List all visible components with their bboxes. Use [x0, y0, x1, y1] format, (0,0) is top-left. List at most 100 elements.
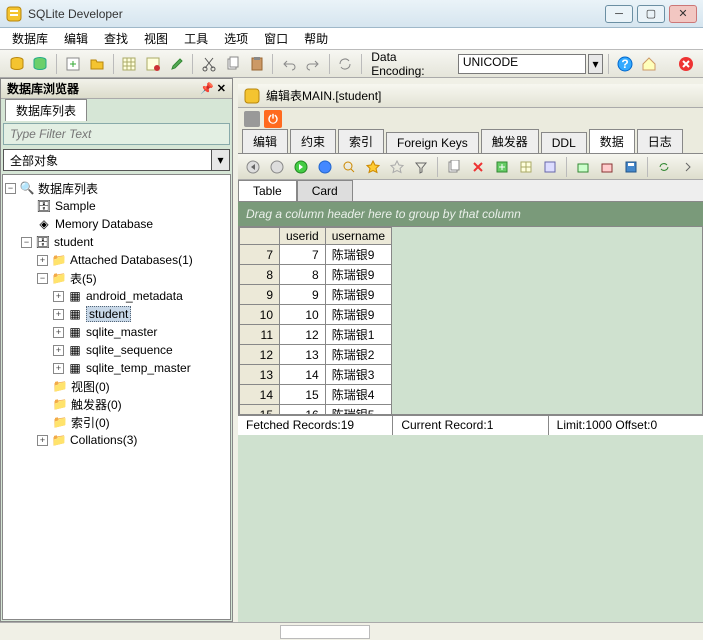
tree-toggle[interactable]: + — [37, 255, 48, 266]
filter-input[interactable] — [3, 123, 230, 145]
tb-cut-icon[interactable] — [198, 53, 220, 75]
delete-icon[interactable] — [467, 156, 489, 178]
add-icon[interactable] — [491, 156, 513, 178]
tree-sample[interactable]: Sample — [55, 199, 96, 213]
tb-db2-icon[interactable] — [30, 53, 52, 75]
grid-icon[interactable] — [515, 156, 537, 178]
row-num[interactable]: 12 — [240, 345, 280, 365]
tb-redo-icon[interactable] — [302, 53, 324, 75]
tree-student-db[interactable]: student — [54, 235, 93, 249]
menu-window[interactable]: 窗口 — [258, 28, 294, 49]
nav-last-icon[interactable] — [314, 156, 336, 178]
tb-home-icon[interactable] — [638, 53, 660, 75]
tree-triggers[interactable]: 触发器(0) — [71, 396, 122, 413]
export-icon[interactable] — [572, 156, 594, 178]
cell-username[interactable]: 陈瑞银2 — [325, 345, 391, 365]
tb-table2-icon[interactable] — [142, 53, 164, 75]
cell-username[interactable]: 陈瑞银9 — [325, 285, 391, 305]
table-row[interactable]: 88陈瑞银9 — [240, 265, 392, 285]
cell-username[interactable]: 陈瑞银9 — [325, 305, 391, 325]
row-num[interactable]: 11 — [240, 325, 280, 345]
tree-views[interactable]: 视图(0) — [71, 378, 110, 395]
pin-icon[interactable]: 📌 ✕ — [200, 82, 226, 95]
cell-userid[interactable]: 13 — [280, 345, 326, 365]
tree-toggle[interactable]: + — [53, 345, 64, 356]
row-num[interactable]: 13 — [240, 365, 280, 385]
cell-username[interactable]: 陈瑞银1 — [325, 325, 391, 345]
tab-data[interactable]: 数据 — [589, 129, 635, 153]
table-row[interactable]: 1314陈瑞银3 — [240, 365, 392, 385]
tree-toggle[interactable]: − — [21, 237, 32, 248]
tb-undo-icon[interactable] — [278, 53, 300, 75]
table-row[interactable]: 1010陈瑞银9 — [240, 305, 392, 325]
table-row[interactable]: 77陈瑞银9 — [240, 245, 392, 265]
nav-prev-icon[interactable] — [266, 156, 288, 178]
table-row[interactable]: 99陈瑞银9 — [240, 285, 392, 305]
tree-attached[interactable]: Attached Databases(1) — [70, 253, 193, 267]
row-num[interactable]: 9 — [240, 285, 280, 305]
power-icon[interactable]: ⏻ — [264, 110, 282, 128]
tb-pencil-icon[interactable] — [166, 53, 188, 75]
tree-t-seq[interactable]: sqlite_sequence — [86, 343, 173, 357]
tb-paste-icon[interactable] — [246, 53, 268, 75]
view-tab-card[interactable]: Card — [297, 180, 353, 201]
table-row[interactable]: 1415陈瑞银4 — [240, 385, 392, 405]
tree-toggle[interactable]: + — [53, 291, 64, 302]
tree-toggle[interactable]: − — [37, 273, 48, 284]
maximize-button[interactable]: ▢ — [637, 5, 665, 23]
tree-toggle[interactable]: + — [37, 435, 48, 446]
star-outline-icon[interactable] — [386, 156, 408, 178]
cell-username[interactable]: 陈瑞银9 — [325, 265, 391, 285]
star-icon[interactable] — [362, 156, 384, 178]
tab-fk[interactable]: Foreign Keys — [386, 132, 479, 153]
refresh2-icon[interactable] — [653, 156, 675, 178]
row-num[interactable]: 7 — [240, 245, 280, 265]
tree-memdb[interactable]: Memory Database — [55, 217, 153, 231]
tree-toggle[interactable]: + — [53, 327, 64, 338]
cell-userid[interactable]: 16 — [280, 405, 326, 416]
menu-tools[interactable]: 工具 — [178, 28, 214, 49]
nav-first-icon[interactable] — [242, 156, 264, 178]
combo-dropdown-icon[interactable]: ▾ — [212, 149, 230, 171]
grid2-icon[interactable] — [539, 156, 561, 178]
tab-ddl[interactable]: DDL — [541, 132, 587, 153]
group-by-bar[interactable]: Drag a column header here to group by th… — [238, 202, 703, 226]
tree-root[interactable]: 数据库列表 — [38, 180, 98, 197]
object-filter-combo[interactable] — [3, 149, 212, 171]
menu-view[interactable]: 视图 — [138, 28, 174, 49]
tree-indexes[interactable]: 索引(0) — [71, 414, 110, 431]
tb-help-icon[interactable]: ? — [614, 53, 636, 75]
cell-username[interactable]: 陈瑞银9 — [325, 245, 391, 265]
tab-triggers[interactable]: 触发器 — [481, 129, 539, 153]
encoding-select[interactable]: UNICODE — [458, 54, 586, 74]
tb-db-icon[interactable] — [6, 53, 28, 75]
copy-icon[interactable] — [443, 156, 465, 178]
tree-toggle[interactable]: + — [53, 309, 64, 320]
cell-username[interactable]: 陈瑞银3 — [325, 365, 391, 385]
tree-tables[interactable]: 表(5) — [70, 270, 97, 287]
col-username[interactable]: username — [325, 228, 391, 245]
tb-copy-icon[interactable] — [222, 53, 244, 75]
tree-toggle[interactable]: − — [5, 183, 16, 194]
minimize-button[interactable]: ─ — [605, 5, 633, 23]
tb-stop-icon[interactable] — [675, 53, 697, 75]
cell-userid[interactable]: 9 — [280, 285, 326, 305]
tree-toggle[interactable]: + — [53, 363, 64, 374]
tree-t-student[interactable]: student — [86, 306, 131, 322]
cell-username[interactable]: 陈瑞银4 — [325, 385, 391, 405]
row-num[interactable]: 10 — [240, 305, 280, 325]
filter-icon[interactable] — [410, 156, 432, 178]
tree-collations[interactable]: Collations(3) — [70, 433, 137, 447]
cell-userid[interactable]: 12 — [280, 325, 326, 345]
tb-table-icon[interactable] — [119, 53, 141, 75]
tree-t-master[interactable]: sqlite_master — [86, 325, 157, 339]
menu-help[interactable]: 帮助 — [298, 28, 334, 49]
save-icon[interactable] — [620, 156, 642, 178]
table-row[interactable]: 1112陈瑞银1 — [240, 325, 392, 345]
menu-options[interactable]: 选项 — [218, 28, 254, 49]
row-num[interactable]: 15 — [240, 405, 280, 416]
cell-userid[interactable]: 15 — [280, 385, 326, 405]
cell-userid[interactable]: 14 — [280, 365, 326, 385]
table-row[interactable]: 1516陈瑞银5 — [240, 405, 392, 416]
tb-refresh-icon[interactable] — [335, 53, 357, 75]
